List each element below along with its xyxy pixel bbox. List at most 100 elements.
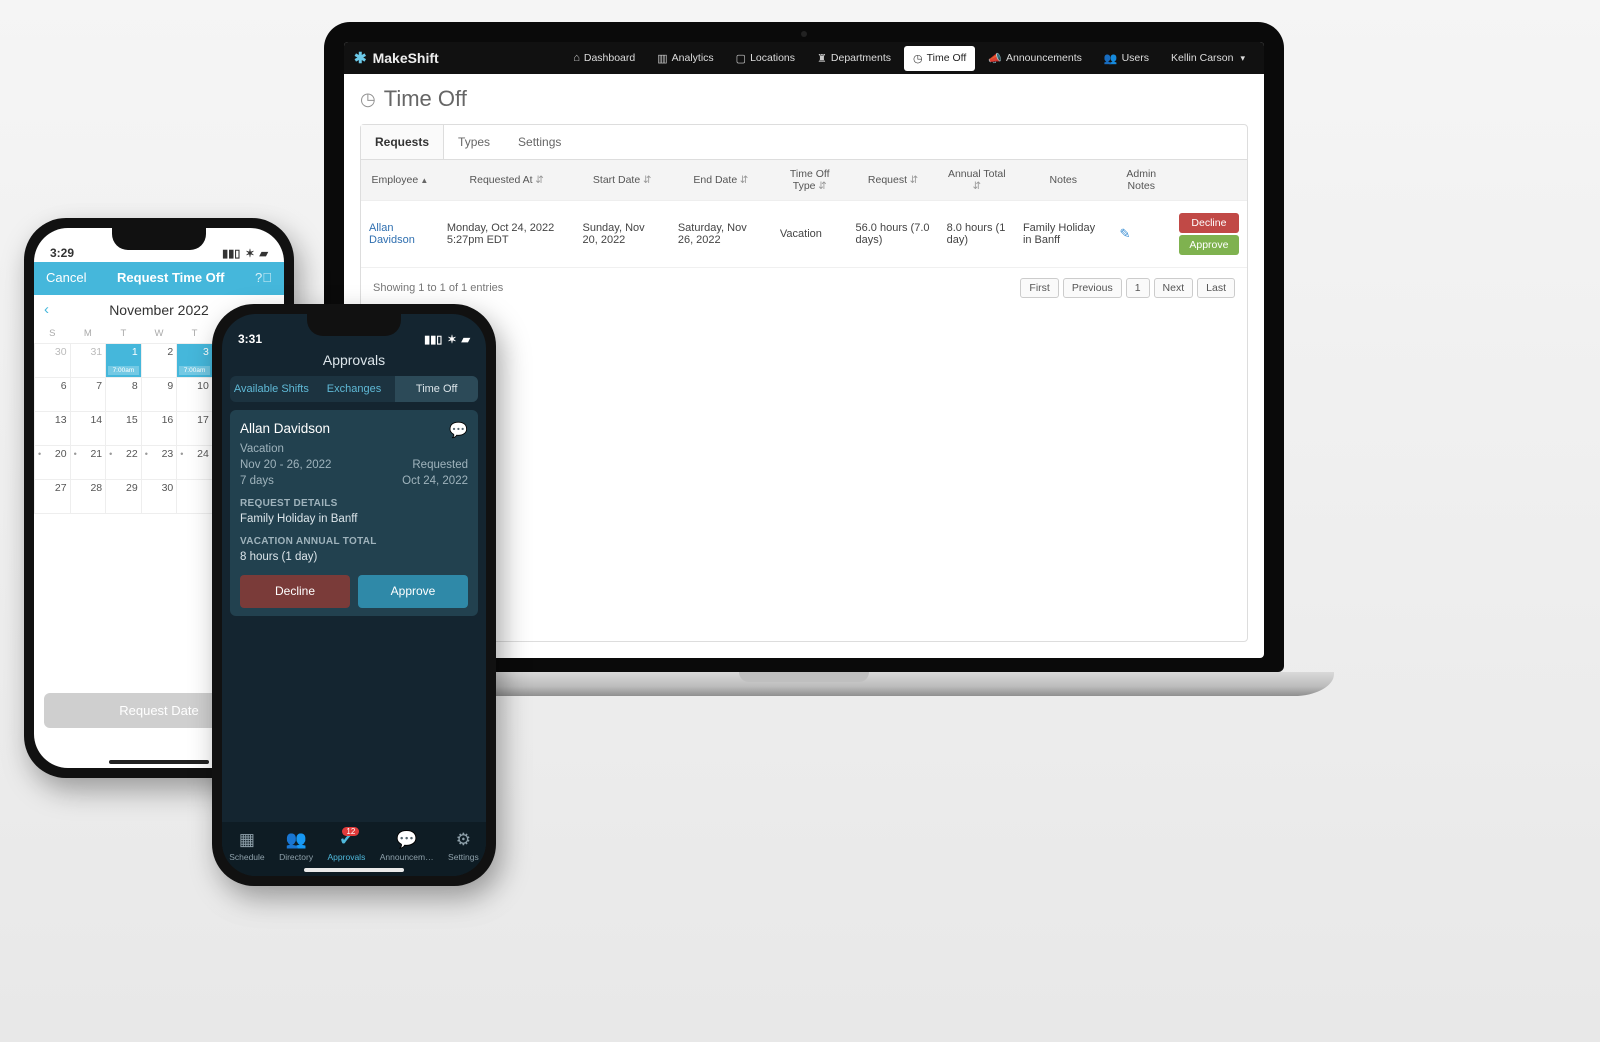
prev-month-icon[interactable]: ‹ — [44, 301, 49, 318]
pager-last[interactable]: Last — [1197, 278, 1235, 298]
nav-dashboard[interactable]: ⌂ Dashboard — [564, 46, 644, 70]
nav-announcements[interactable]: 📣 Announcements — [979, 46, 1091, 71]
calendar-day[interactable]: 9 — [141, 378, 177, 412]
calendar-day[interactable] — [177, 480, 213, 514]
calendar-day[interactable]: 17 — [177, 412, 213, 446]
tab-directory[interactable]: 👥 Directory — [279, 830, 313, 862]
tab-announcements[interactable]: 💬 Announcem… — [380, 830, 434, 862]
modal-header: Cancel Request Time Off ?⃝ — [34, 262, 284, 295]
calendar-day[interactable]: 30 — [35, 344, 71, 378]
card-details: Family Holiday in Banff — [240, 511, 468, 527]
employee-link[interactable]: Allan Davidson — [369, 222, 415, 246]
col-annual-total[interactable]: Annual Total — [939, 160, 1015, 201]
calendar-day[interactable]: 8 — [106, 378, 142, 412]
calendar-day[interactable]: 22• — [106, 446, 142, 480]
status-time: 3:31 — [238, 332, 262, 346]
calendar-day[interactable]: 24• — [177, 446, 213, 480]
calendar-day[interactable]: 7 — [70, 378, 106, 412]
col-request[interactable]: Request — [848, 160, 939, 201]
col-admin-notes: Admin Notes — [1112, 160, 1171, 201]
col-actions — [1171, 160, 1247, 201]
calendar-day[interactable]: 14 — [70, 412, 106, 446]
dashboard-icon: ⌂ — [573, 52, 580, 64]
clock-icon: ◷ — [913, 52, 923, 65]
card-range: Nov 20 - 26, 2022 — [240, 457, 331, 473]
seg-time-off[interactable]: Time Off — [395, 376, 478, 402]
cell-annual-total: 8.0 hours (1 day) — [939, 201, 1015, 268]
card-type: Vacation — [240, 441, 468, 457]
nav-locations[interactable]: ▢ Locations — [727, 46, 804, 71]
dow-label: S — [35, 324, 71, 344]
card-approve-button[interactable]: Approve — [358, 575, 468, 608]
tab-settings[interactable]: Settings — [504, 125, 575, 159]
cell-notes: Family Holiday in Banff — [1015, 201, 1112, 268]
tab-types[interactable]: Types — [444, 125, 504, 159]
card-days: 7 days — [240, 473, 274, 489]
calendar-day[interactable]: 28 — [70, 480, 106, 514]
chat-icon[interactable]: 💬 — [449, 420, 468, 441]
tab-schedule[interactable]: ▦ Schedule — [229, 830, 264, 862]
battery-icon: ▰ — [260, 247, 268, 260]
calendar-day[interactable]: 21• — [70, 446, 106, 480]
card-status-date: Oct 24, 2022 — [402, 473, 468, 489]
calendar-icon: ▦ — [229, 830, 264, 850]
locations-icon: ▢ — [736, 52, 746, 65]
tab-approvals[interactable]: ✔︎ 12 Approvals — [328, 830, 366, 862]
nav-users[interactable]: 👥 Users — [1095, 46, 1158, 71]
calendar-day[interactable]: 20• — [35, 446, 71, 480]
card-decline-button[interactable]: Decline — [240, 575, 350, 608]
calendar-day[interactable]: 27 — [35, 480, 71, 514]
col-start-date[interactable]: Start Date — [574, 160, 669, 201]
seg-available-shifts[interactable]: Available Shifts — [230, 376, 313, 402]
clock-icon: ◷ — [360, 89, 376, 110]
col-employee[interactable]: Employee — [361, 160, 439, 201]
signal-icon: ▮▮▯ — [222, 247, 240, 260]
laptop-camera — [801, 31, 807, 37]
dow-label: W — [141, 324, 177, 344]
tab-settings[interactable]: ⚙ Settings — [448, 830, 479, 862]
segment-control: Available Shifts Exchanges Time Off — [230, 376, 478, 402]
home-indicator — [109, 760, 209, 764]
col-notes: Notes — [1015, 160, 1112, 201]
col-type[interactable]: Time Off Type — [772, 160, 848, 201]
calendar-day[interactable]: 29 — [106, 480, 142, 514]
nav-analytics[interactable]: ▥ Analytics — [648, 46, 722, 71]
help-icon[interactable]: ?⃝ — [255, 270, 272, 285]
col-requested-at[interactable]: Requested At — [439, 160, 575, 201]
heading-annual-total: VACATION ANNUAL TOTAL — [240, 535, 468, 549]
nav-user-menu[interactable]: Kellin Carson — [1162, 46, 1254, 70]
card-status: Requested — [412, 457, 468, 473]
status-icons: ▮▮▯ ✶ ▰ — [222, 247, 268, 260]
calendar-day[interactable]: 37:00am — [177, 344, 213, 378]
calendar-day[interactable]: 6 — [35, 378, 71, 412]
approve-button[interactable]: Approve — [1179, 235, 1239, 255]
table-footer: Showing 1 to 1 of 1 entries First Previo… — [361, 268, 1247, 308]
decline-button[interactable]: Decline — [1179, 213, 1239, 233]
nav-time-off[interactable]: ◷ Time Off — [904, 46, 975, 71]
seg-exchanges[interactable]: Exchanges — [313, 376, 396, 402]
calendar-day[interactable]: 15 — [106, 412, 142, 446]
calendar-day[interactable]: 31 — [70, 344, 106, 378]
calendar-day[interactable]: 2 — [141, 344, 177, 378]
tab-requests[interactable]: Requests — [361, 125, 444, 159]
calendar-day[interactable]: 16 — [141, 412, 177, 446]
phone-notch — [112, 228, 206, 250]
pager-next[interactable]: Next — [1154, 278, 1194, 298]
cancel-button[interactable]: Cancel — [46, 270, 86, 285]
col-end-date[interactable]: End Date — [670, 160, 772, 201]
pager-prev[interactable]: Previous — [1063, 278, 1122, 298]
calendar-day[interactable]: 10 — [177, 378, 213, 412]
requests-table: Employee Requested At Start Date End Dat… — [361, 160, 1247, 268]
calendar-day[interactable]: 17:00am — [106, 344, 142, 378]
calendar-day[interactable]: 23• — [141, 446, 177, 480]
pager-first[interactable]: First — [1020, 278, 1058, 298]
dow-label: T — [106, 324, 142, 344]
nav-departments[interactable]: ♜ Departments — [808, 46, 900, 71]
users-icon: 👥 — [1104, 52, 1118, 65]
brand[interactable]: ✱ MakeShift — [354, 49, 439, 67]
calendar-day[interactable]: 30 — [141, 480, 177, 514]
pager-page[interactable]: 1 — [1126, 278, 1150, 298]
calendar-day[interactable]: 13 — [35, 412, 71, 446]
trackpad-notch — [739, 672, 869, 682]
edit-admin-notes-icon[interactable]: ✎ — [1120, 226, 1131, 241]
